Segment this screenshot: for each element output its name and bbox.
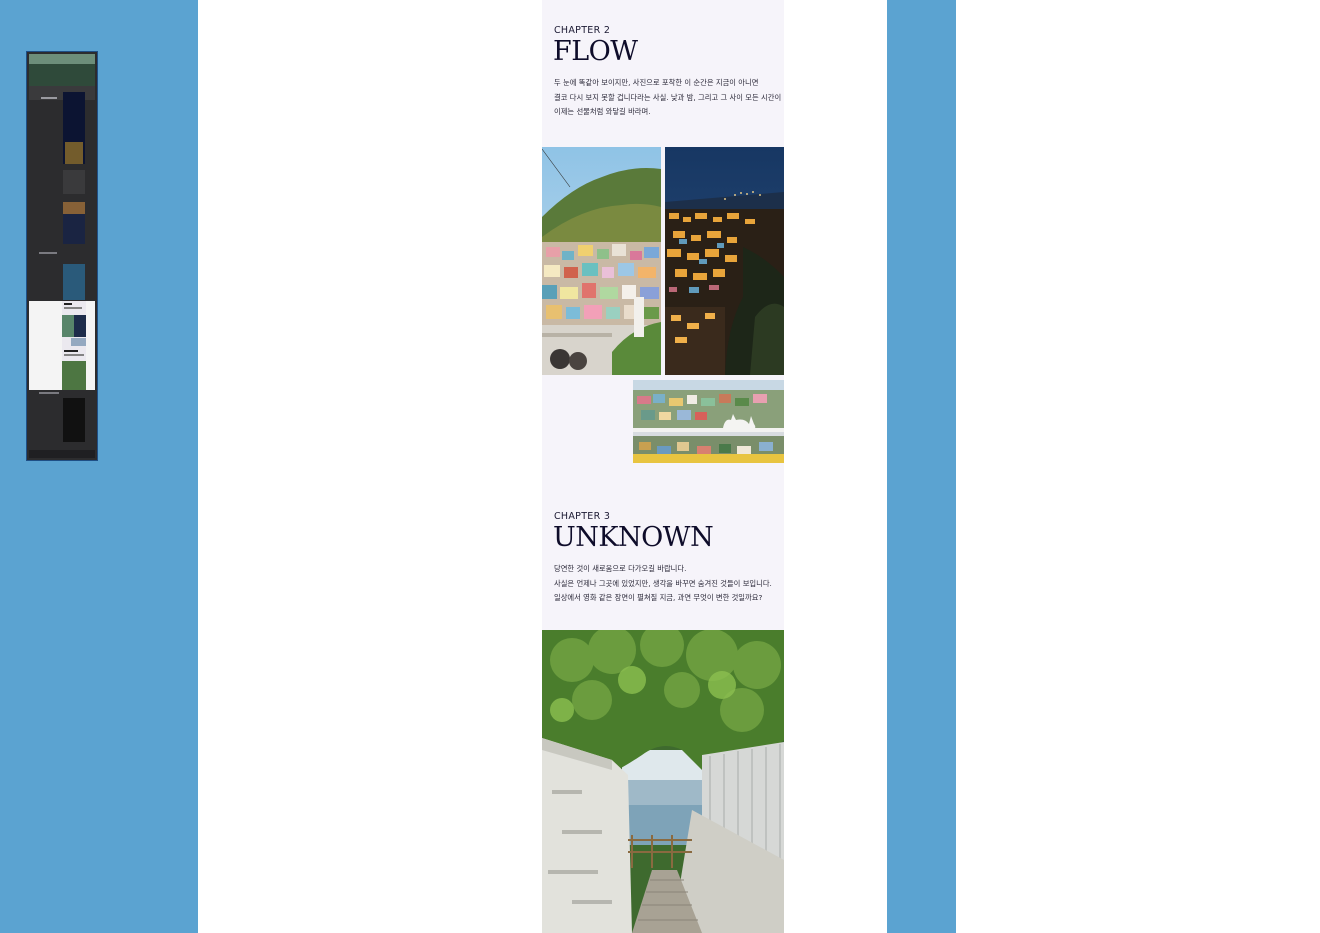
chapter-3-line: 당연한 것이 새로움으로 다가오길 바랍니다. xyxy=(554,564,687,573)
chapter-2-line: 결코 다시 보지 못할 겁니다라는 사실. 낮과 밤, 그리고 그 사이 모든 … xyxy=(554,92,782,102)
chapter-2-label: CHAPTER 2 xyxy=(554,25,611,36)
chapter-2-text: 두 눈에 똑같아 보이지만, 사진으로 포착한 이 순간은 지금이 아니면 결코… xyxy=(554,76,782,120)
chapter-3-title: UNKNOWN xyxy=(553,522,714,553)
page-minimap[interactable] xyxy=(26,51,98,461)
chapter-2-line: 두 눈에 똑같아 보이지만, 사진으로 포착한 이 순간은 지금이 아니면 xyxy=(554,78,759,87)
chapter-column: CHAPTER 2 FLOW 두 눈에 똑같아 보이지만, 사진으로 포착한 이… xyxy=(542,0,784,933)
right-background xyxy=(956,0,1320,933)
gamcheon-village-day-photo[interactable] xyxy=(542,147,661,375)
chapter-3-line: 사실은 언제나 그곳에 있었지만, 생각을 바꾸면 숨겨진 것들이 보입니다. xyxy=(554,578,772,588)
chapter-3-text: 당연한 것이 새로움으로 다가오길 바랍니다. 사실은 언제나 그곳에 있었지만… xyxy=(554,562,776,606)
chapter-2-title: FLOW xyxy=(553,36,638,67)
gamcheon-village-night-photo[interactable] xyxy=(665,147,784,375)
chapter-3-line: 일상에서 영화 같은 장면이 펼쳐질 지금, 과연 무엇이 변한 것일까요? xyxy=(554,593,763,603)
minimap-thumbnail xyxy=(27,52,97,460)
chapter-3-label: CHAPTER 3 xyxy=(554,511,611,522)
cat-sculpture-photo[interactable] xyxy=(633,380,784,463)
chapter-2-line: 이제는 선물처럼 와닿길 바라며. xyxy=(554,107,651,117)
minimap-viewport-preview xyxy=(62,301,86,390)
minimap-viewport[interactable] xyxy=(29,301,95,390)
right-side-panel xyxy=(887,0,956,933)
sea-alley-path-photo[interactable] xyxy=(542,630,784,933)
